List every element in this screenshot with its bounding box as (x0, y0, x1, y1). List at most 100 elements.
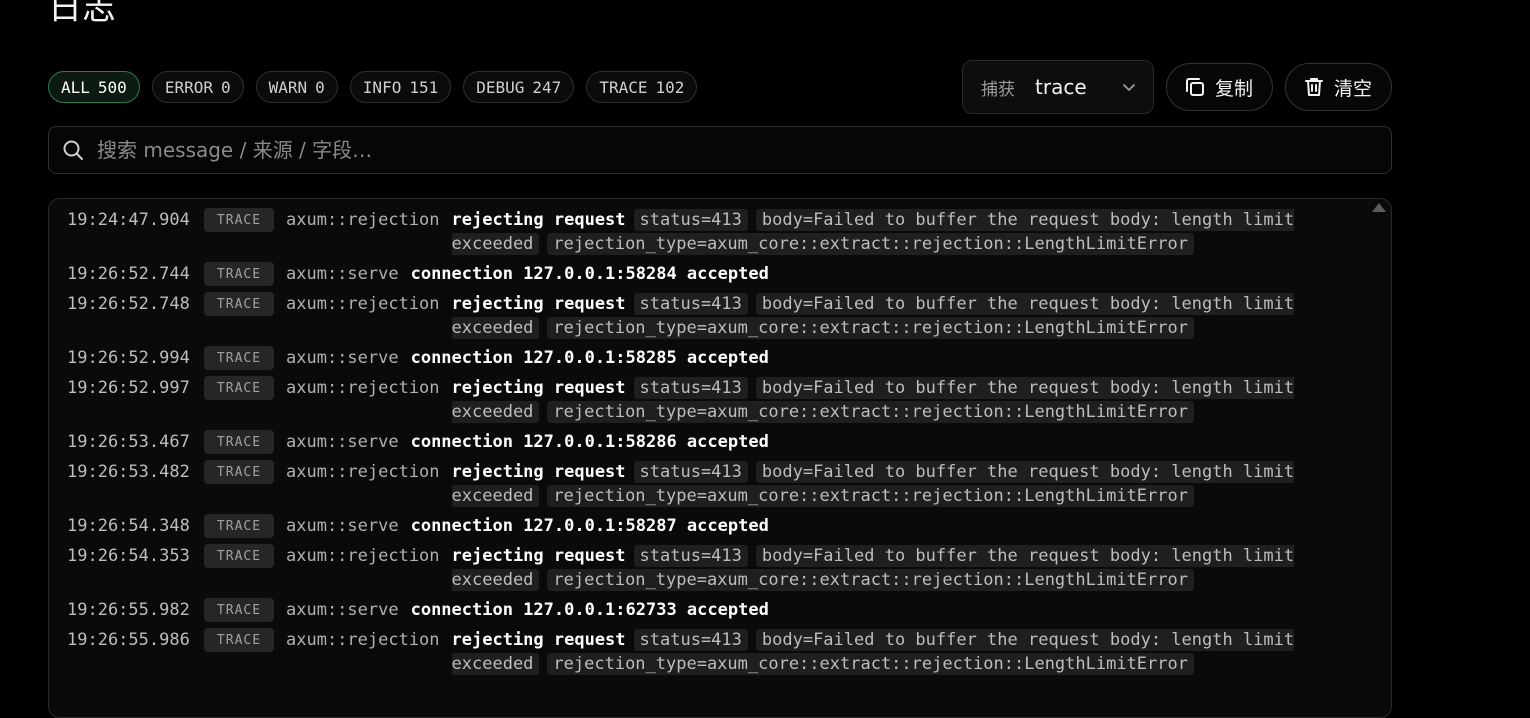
log-scrollbar[interactable] (1371, 217, 1387, 697)
log-body: connection 127.0.0.1:58285 accepted (411, 346, 1291, 370)
log-message: connection 127.0.0.1:58287 accepted (410, 516, 769, 536)
clear-button-label: 清空 (1334, 77, 1373, 100)
log-source: axum::rejection (286, 294, 440, 314)
log-source: axum::serve (286, 348, 399, 368)
log-message: connection 127.0.0.1:58284 accepted (410, 264, 769, 284)
filter-chip-all[interactable]: ALL 500 (48, 71, 140, 103)
log-source: axum::serve (286, 432, 399, 452)
copy-icon (1183, 75, 1207, 99)
log-source: axum::rejection (286, 462, 440, 482)
log-level-badge: TRACE (204, 460, 274, 484)
log-row[interactable]: 19:26:55.982 TRACE axum::serve connection 1… (67, 598, 1367, 622)
log-body: connection 127.0.0.1:58284 accepted (411, 262, 1291, 286)
capture-label: 捕获 (981, 79, 1015, 100)
filter-chip-count: 0 (315, 77, 325, 97)
log-source: axum::rejection (286, 210, 440, 230)
log-timestamp: 19:26:52.744 (67, 264, 190, 284)
trash-icon (1302, 75, 1326, 99)
log-level-badge: TRACE (204, 544, 274, 568)
filter-chip-count: 151 (409, 77, 439, 97)
log-field: rejection_type=axum_core::extract::rejec… (547, 485, 1194, 507)
log-message: rejecting request (451, 378, 626, 398)
log-body: connection 127.0.0.1:58287 accepted (411, 514, 1291, 538)
log-message: rejecting request (451, 546, 626, 566)
log-message: connection 127.0.0.1:58285 accepted (410, 348, 769, 368)
log-level-badge: TRACE (204, 208, 274, 232)
log-source: axum::rejection (286, 378, 440, 398)
log-row[interactable]: 19:26:54.353 TRACE axum::rejection rejectin… (67, 544, 1367, 592)
chevron-down-icon (1121, 79, 1137, 95)
log-message: rejecting request (451, 210, 626, 230)
search-box (48, 126, 1392, 174)
filter-chip-count: 0 (220, 77, 231, 97)
log-timestamp: 19:26:54.353 (67, 546, 190, 566)
log-field: rejection_type=axum_core::extract::rejec… (547, 653, 1194, 675)
log-message: rejecting request (451, 630, 626, 650)
filter-chip-warn[interactable]: WARN 0 (255, 71, 338, 103)
log-timestamp: 19:26:55.982 (67, 600, 190, 620)
filter-chip-debug[interactable]: DEBUG 247 (463, 71, 575, 103)
log-timestamp: 19:24:47.904 (67, 210, 190, 230)
log-row[interactable]: 19:26:52.997 TRACE axum::rejection rejectin… (67, 376, 1367, 424)
log-body: rejecting request status=413 body=Failed t… (451, 208, 1332, 256)
filter-chip-label: TRACE (599, 77, 648, 97)
log-field: rejection_type=axum_core::extract::rejec… (547, 569, 1194, 591)
capture-level-select[interactable]: 捕获 trace (962, 60, 1154, 114)
log-body: rejecting request status=413 body=Failed t… (451, 544, 1332, 592)
log-body: connection 127.0.0.1:58286 accepted (411, 430, 1291, 454)
search-icon (61, 138, 85, 162)
log-message: connection 127.0.0.1:62733 accepted (410, 600, 769, 620)
log-level-badge: TRACE (204, 376, 274, 400)
log-timestamp: 19:26:54.348 (67, 516, 190, 536)
filter-chip-label: ALL (61, 77, 90, 97)
log-field: rejection_type=axum_core::extract::rejec… (547, 317, 1194, 339)
copy-button-label: 复制 (1215, 77, 1254, 100)
log-timestamp: 19:26:53.482 (67, 462, 190, 482)
log-level-badge: TRACE (204, 514, 274, 538)
log-body: rejecting request status=413 body=Failed t… (451, 376, 1332, 424)
log-row[interactable]: 19:26:53.467 TRACE axum::serve connection 1… (67, 430, 1367, 454)
log-row[interactable]: 19:26:52.748 TRACE axum::rejection rejectin… (67, 292, 1367, 340)
scroll-up-arrow-icon[interactable] (1372, 203, 1386, 212)
filter-chip-label: INFO (362, 77, 402, 97)
log-level-badge: TRACE (204, 262, 274, 286)
log-source: axum::serve (286, 264, 399, 284)
filter-chip-label: ERROR (164, 77, 213, 97)
log-row[interactable]: 19:26:55.986 TRACE axum::rejection rejectin… (67, 628, 1367, 676)
log-field: rejection_type=axum_core::extract::rejec… (547, 233, 1194, 255)
log-row[interactable]: 19:26:54.348 TRACE axum::serve connection 1… (67, 514, 1367, 538)
filter-chip-count: 500 (97, 77, 127, 97)
clear-button[interactable]: 清空 (1285, 63, 1392, 111)
page-title: 日志 (48, 0, 116, 28)
log-message: connection 127.0.0.1:58286 accepted (410, 432, 769, 452)
filter-chip-count: 102 (655, 77, 685, 97)
log-body: rejecting request status=413 body=Failed t… (451, 292, 1332, 340)
log-timestamp: 19:26:52.994 (67, 348, 190, 368)
log-row[interactable]: 19:24:47.904 TRACE axum::rejection rejectin… (67, 208, 1367, 256)
log-body: rejecting request status=413 body=Failed t… (451, 460, 1332, 508)
log-field: status=413 (633, 293, 748, 315)
log-field: status=413 (633, 209, 748, 231)
log-row[interactable]: 19:26:53.482 TRACE axum::rejection rejectin… (67, 460, 1367, 508)
log-level-badge: TRACE (204, 430, 274, 454)
log-field: status=413 (633, 545, 748, 567)
log-source: axum::rejection (286, 630, 440, 650)
filter-chip-label: WARN (268, 77, 308, 97)
search-input[interactable] (95, 137, 1379, 163)
log-timestamp: 19:26:53.467 (67, 432, 190, 452)
log-timestamp: 19:26:52.997 (67, 378, 190, 398)
filter-chip-info[interactable]: INFO 151 (349, 71, 452, 103)
log-source: axum::serve (286, 600, 399, 620)
log-source: axum::rejection (286, 546, 440, 566)
copy-button[interactable]: 复制 (1166, 63, 1273, 111)
log-message: rejecting request (451, 462, 626, 482)
filter-chip-error[interactable]: ERROR 0 (151, 71, 244, 103)
log-row[interactable]: 19:26:52.994 TRACE axum::serve connection 1… (67, 346, 1367, 370)
log-level-badge: TRACE (204, 346, 274, 370)
log-level-badge: TRACE (204, 628, 274, 652)
log-timestamp: 19:26:55.986 (67, 630, 190, 650)
level-filter-bar: ALL 500 ERROR 0 WARN 0 INFO 151 DEBUG 24… (48, 71, 698, 103)
log-row[interactable]: 19:26:52.744 TRACE axum::serve connection 1… (67, 262, 1367, 286)
log-body: connection 127.0.0.1:62733 accepted (411, 598, 1291, 622)
filter-chip-trace[interactable]: TRACE 102 (586, 71, 698, 103)
